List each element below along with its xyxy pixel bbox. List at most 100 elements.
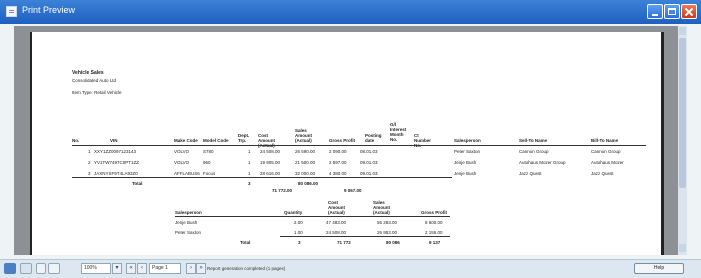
- report-filter: Item Type: Retail Vehicle: [72, 90, 122, 95]
- report-company: Consolidated Auto Ltd: [72, 78, 117, 83]
- col-header-sales: Sales Amount (Actual): [295, 128, 312, 143]
- summary-header-cost: Cost Amount (Actual): [328, 200, 345, 215]
- report-title: Vehicle Sales: [72, 70, 104, 76]
- summary-rows-rule: [280, 236, 450, 237]
- print-icon[interactable]: [4, 263, 16, 274]
- summary-profit: 8 600.00: [425, 220, 443, 225]
- vertical-scrollbar[interactable]: [678, 26, 687, 255]
- col-header-no: No.: [72, 138, 80, 143]
- summary-cost: 47 483.00: [326, 220, 347, 225]
- cell-cost: 24 508.00: [260, 149, 281, 154]
- cell-no: 1: [88, 149, 91, 154]
- cell-no: 2: [88, 160, 91, 165]
- summary-sales: 26 953.00: [377, 230, 398, 235]
- maximize-button[interactable]: [664, 4, 680, 19]
- cell-posting: 09.01.03: [360, 160, 378, 165]
- cell-make: VOLVO: [174, 149, 190, 154]
- total-cost: 71 772.00: [272, 188, 293, 193]
- cell-make: AFFLABUS6: [174, 171, 200, 176]
- first-page-icon[interactable]: «: [126, 263, 136, 274]
- summary-header-rule: [175, 216, 450, 217]
- one-page-icon[interactable]: [36, 263, 46, 274]
- col-header-dept: Dept. Trp.: [238, 133, 250, 143]
- zoom-dropdown-icon[interactable]: ▾: [112, 263, 122, 274]
- total-sales: 80 086.00: [298, 181, 319, 186]
- col-header-sellto: Sell-To Name: [519, 138, 548, 143]
- cell-cost: 28 616.00: [260, 171, 281, 176]
- header-rule: [72, 145, 646, 146]
- summary-total-label: Total: [240, 240, 251, 245]
- cell-posting: 08.01.03: [360, 149, 378, 154]
- col-header-billto: Bill-To Name: [591, 138, 619, 143]
- next-page-icon[interactable]: ›: [186, 263, 196, 274]
- summary-total-cost: 71 772: [337, 240, 351, 245]
- cell-profit: 2 090.00: [329, 149, 347, 154]
- cell-cost: 19 905.00: [260, 160, 281, 165]
- cell-model: 960: [203, 160, 211, 165]
- cell-billto: Cannon Group: [591, 149, 621, 154]
- multi-page-icon[interactable]: [48, 263, 60, 274]
- summary-header-salesperson: Salesperson: [175, 210, 202, 215]
- status-text: Report generation completed (1 pages): [207, 266, 286, 271]
- status-bar: 100% ▾ « ‹ Page 1 › » Report generation …: [0, 259, 701, 278]
- cell-vin: YV1TW7497C0PT1ZZ: [94, 160, 140, 165]
- cell-no: 3: [88, 171, 91, 176]
- cell-dept: 1: [248, 160, 251, 165]
- col-header-profit: Gross Profit: [329, 138, 356, 143]
- rows-rule: [72, 177, 452, 178]
- total-label: Total: [132, 181, 143, 186]
- cell-salesperson: Jenje Bush: [454, 160, 477, 165]
- col-header-model: Model Code: [203, 138, 229, 143]
- cell-model: S780: [203, 149, 214, 154]
- cell-vin: JAXNYSF9T4LA93Z0: [94, 171, 138, 176]
- cell-make: VOLVO: [174, 160, 190, 165]
- cell-sellto: Autohaus Mozer Group: [519, 160, 566, 165]
- title-bar[interactable]: Print Preview: [0, 0, 701, 24]
- cell-dept: 1: [248, 149, 251, 154]
- cell-sellto: Cannon Group: [519, 149, 549, 154]
- summary-qty: 2.00: [294, 220, 303, 225]
- close-button[interactable]: [681, 4, 697, 19]
- help-button[interactable]: Help: [634, 263, 684, 274]
- cell-salesperson: Peter Saxton: [454, 149, 481, 154]
- cell-sellto: Jazz Quest: [519, 171, 542, 176]
- prev-page-icon[interactable]: ‹: [137, 263, 147, 274]
- zoom-select[interactable]: 100%: [81, 263, 111, 274]
- total-profit: 9 067.00: [344, 188, 362, 193]
- col-header-posting: Posting date: [365, 133, 382, 143]
- summary-salesperson: Peter Saxton: [175, 230, 202, 235]
- cell-profit: 4 380.00: [329, 171, 347, 176]
- summary-salesperson: Jenje Bush: [175, 220, 198, 225]
- col-header-vin: VIN: [110, 138, 118, 143]
- summary-total-profit: 9 137: [429, 240, 441, 245]
- col-header-salesperson: Salesperson: [454, 138, 481, 143]
- scroll-up-arrow-icon[interactable]: [679, 27, 686, 35]
- cell-posting: 09.01.03: [360, 171, 378, 176]
- last-page-icon[interactable]: »: [196, 263, 206, 274]
- report-page: Vehicle Sales Consolidated Auto Ltd Item…: [30, 32, 664, 255]
- cell-sales: 26 590.00: [295, 149, 316, 154]
- preview-viewport[interactable]: Vehicle Sales Consolidated Auto Ltd Item…: [14, 26, 678, 255]
- cell-model: Focus: [203, 171, 216, 176]
- window-title: Print Preview: [22, 5, 76, 15]
- minimize-button[interactable]: [647, 4, 663, 19]
- summary-header-qty: Quantity: [284, 210, 303, 215]
- print-preview-window: Print Preview Vehicle Sales Consolidated…: [0, 0, 701, 278]
- scroll-thumb[interactable]: [679, 38, 686, 188]
- col-header-make: Make Code: [174, 138, 198, 143]
- cell-billto: Jazz Quest: [591, 171, 614, 176]
- total-qty: 3: [248, 181, 251, 186]
- summary-header-profit: Gross Profit: [421, 210, 448, 215]
- page-input[interactable]: Page 1: [149, 263, 181, 274]
- summary-total-sales: 80 086: [386, 240, 400, 245]
- scroll-down-arrow-icon[interactable]: [679, 244, 686, 252]
- preview-app-icon: [6, 6, 17, 17]
- cell-profit: 2 597.00: [329, 160, 347, 165]
- magnifier-icon[interactable]: [20, 263, 32, 274]
- cell-sales: 21 500.00: [295, 160, 316, 165]
- summary-sales: 55 283.00: [377, 220, 398, 225]
- summary-header-sales: Sales Amount (Actual): [373, 200, 390, 215]
- col-header-interest: G/l Interest Month No.: [390, 122, 407, 142]
- summary-qty: 1.00: [294, 230, 303, 235]
- summary-profit: 2 155.00: [425, 230, 443, 235]
